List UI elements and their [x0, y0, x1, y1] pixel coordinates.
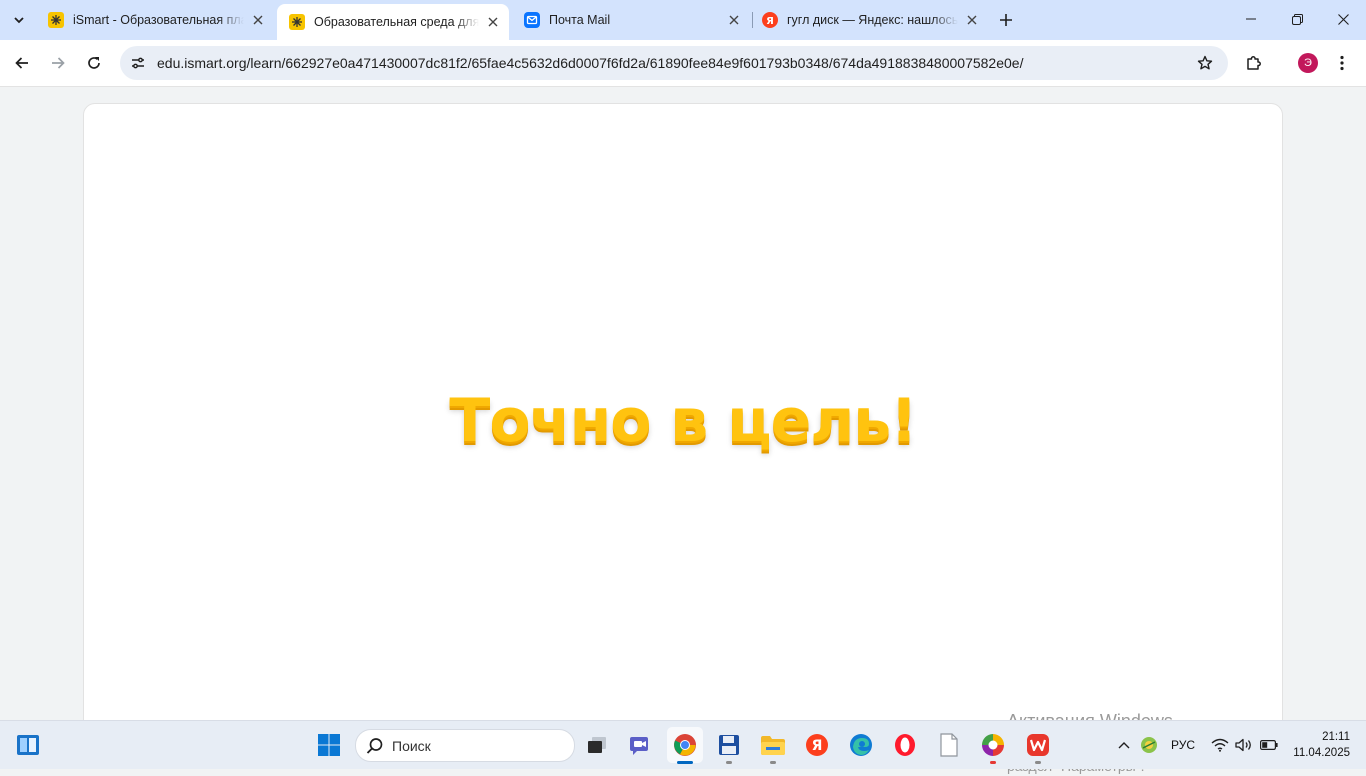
close-tab-icon[interactable] — [248, 10, 268, 30]
arrow-left-icon — [15, 57, 28, 69]
forward-button[interactable] — [42, 47, 74, 79]
profile-avatar[interactable]: Э — [1298, 53, 1318, 73]
svg-text:Я: Я — [766, 16, 774, 27]
tab-yandex-search[interactable]: Я гугл диск — Яндекс: нашлось 5 млн резу… — [750, 4, 988, 36]
tab-title: iSmart - Образовательная платформа — [73, 13, 244, 27]
tray-app-icon — [1141, 737, 1157, 753]
close-tab-icon[interactable] — [724, 10, 744, 30]
yandex-browser-icon: Я — [806, 734, 828, 756]
running-indicator — [770, 761, 776, 764]
volume-button[interactable] — [1233, 721, 1255, 769]
tray-app-button[interactable] — [1138, 721, 1160, 769]
taskbar-color-app[interactable] — [975, 727, 1011, 764]
start-button[interactable] — [311, 727, 347, 763]
result-headline: Точно в цель! — [449, 386, 917, 456]
taskbar-wps-office[interactable] — [1020, 727, 1056, 764]
bookmark-button[interactable] — [1194, 52, 1216, 74]
edge-icon — [850, 734, 872, 756]
tab-ismart[interactable]: iSmart - Образовательная платформа — [36, 4, 274, 36]
restore-button[interactable] — [1274, 0, 1320, 38]
tab-learning-environment[interactable]: Образовательная среда для самостоятельно… — [277, 4, 509, 40]
puzzle-icon — [1247, 56, 1261, 70]
chevron-down-icon — [14, 17, 24, 24]
taskbar-file-explorer[interactable] — [755, 727, 791, 764]
page-viewport: Точно в цель! Активация Windows Чтобы ак… — [0, 87, 1366, 774]
task-view-icon — [588, 737, 606, 753]
search-placeholder: Поиск — [392, 738, 431, 754]
speaker-icon — [1235, 738, 1251, 752]
teams-chat-button[interactable] — [623, 727, 659, 763]
arrow-right-icon — [52, 57, 65, 69]
star-icon — [1197, 55, 1213, 70]
opera-icon — [895, 734, 915, 756]
widgets-button[interactable] — [10, 727, 46, 763]
close-tab-icon[interactable] — [483, 12, 503, 32]
running-indicator — [1035, 761, 1041, 764]
taskbar-chrome[interactable] — [667, 727, 703, 764]
tab-search-button[interactable] — [6, 8, 32, 32]
address-bar[interactable]: edu.ismart.org/learn/662927e0a471430007d… — [120, 46, 1228, 80]
restore-icon — [1291, 13, 1303, 25]
taskbar-yandex-browser[interactable]: Я — [799, 727, 835, 763]
battery-icon — [1260, 740, 1278, 750]
minimize-icon — [1246, 18, 1256, 20]
taskbar-search-box[interactable]: Поиск — [355, 729, 575, 762]
tab-strip: iSmart - Образовательная платформа Образ… — [0, 0, 1366, 40]
taskbar-notepad[interactable] — [931, 727, 967, 763]
plus-icon — [1000, 14, 1012, 26]
chevron-up-icon — [1118, 742, 1130, 749]
running-indicator — [677, 761, 693, 764]
video-chat-icon — [630, 737, 648, 755]
site-info-button[interactable] — [126, 51, 150, 75]
url-text[interactable]: edu.ismart.org/learn/662927e0a471430007d… — [157, 55, 1023, 71]
taskbar-edge[interactable] — [843, 727, 879, 763]
taskbar: Поиск Я РУС 21:11 11.04.2025 — [0, 720, 1366, 769]
reload-icon — [88, 57, 100, 69]
reload-button[interactable] — [78, 47, 110, 79]
running-indicator — [726, 761, 732, 764]
close-icon — [1337, 13, 1349, 25]
widgets-icon — [17, 735, 39, 755]
browser-toolbar: edu.ismart.org/learn/662927e0a471430007d… — [0, 40, 1366, 87]
show-hidden-icons-button[interactable] — [1113, 721, 1135, 769]
minimize-button[interactable] — [1228, 0, 1274, 38]
floppy-disk-icon — [719, 735, 739, 755]
taskbar-save-app[interactable] — [711, 727, 747, 764]
ismart-favicon-icon — [289, 14, 305, 30]
mail-favicon-icon — [524, 12, 540, 28]
blank-document-icon — [940, 733, 958, 757]
tab-title: гугл диск — Яндекс: нашлось 5 млн резуль… — [787, 13, 958, 27]
ismart-favicon-icon — [48, 12, 64, 28]
clock-date: 11.04.2025 — [1293, 747, 1350, 759]
taskbar-opera[interactable] — [887, 727, 923, 763]
tab-title: Образовательная среда для самостоятельно… — [314, 15, 479, 29]
network-button[interactable] — [1208, 721, 1232, 769]
extensions-button[interactable] — [1238, 47, 1270, 79]
running-indicator — [990, 761, 996, 764]
browser-menu-button[interactable] — [1326, 47, 1358, 79]
battery-button[interactable] — [1257, 721, 1281, 769]
lesson-card: Точно в цель! — [83, 103, 1283, 745]
input-language-indicator[interactable]: РУС — [1166, 721, 1200, 769]
wifi-icon — [1211, 738, 1229, 752]
tab-mail[interactable]: Почта Mail — [512, 4, 750, 36]
system-clock[interactable]: 21:11 11.04.2025 — [1286, 729, 1350, 761]
wps-office-icon — [1027, 734, 1049, 756]
tab-title: Почта Mail — [549, 13, 611, 27]
tune-icon — [132, 57, 144, 69]
color-wheel-icon — [982, 734, 1004, 756]
back-button[interactable] — [6, 47, 38, 79]
yandex-favicon-icon: Я — [762, 12, 778, 28]
search-icon — [366, 738, 383, 754]
new-tab-button[interactable] — [994, 8, 1018, 32]
windows-logo-icon — [318, 734, 340, 756]
svg-text:Я: Я — [812, 738, 823, 754]
close-window-button[interactable] — [1320, 0, 1366, 38]
chrome-icon — [674, 734, 696, 756]
clock-time: 21:11 — [1322, 731, 1350, 743]
kebab-menu-icon — [1340, 55, 1344, 71]
folder-icon — [761, 736, 785, 755]
task-view-button[interactable] — [579, 727, 615, 763]
close-tab-icon[interactable] — [962, 10, 982, 30]
